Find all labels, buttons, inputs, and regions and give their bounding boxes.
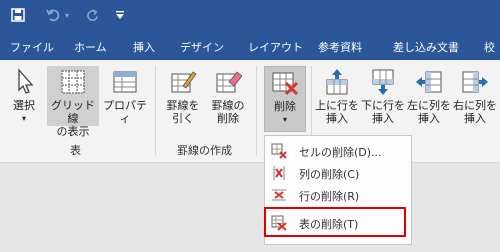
eraser-label-2: 削除 [217,112,239,125]
tab-mailings[interactable]: 差し込み文書 [393,39,459,55]
menu-item-delete-rows[interactable]: 行の削除(R) [265,184,411,206]
cursor-arrow-icon [18,68,34,94]
draw-table-button[interactable]: 罫線を 引く [162,68,204,125]
delete-rows-icon [272,189,286,201]
insert-left-label-1: 左に列を [407,99,451,112]
ribbon-tabs: ファイル ホーム 挿入 デザイン レイアウト 参考資料 差し込み文書 校 [0,30,500,60]
insert-row-below-button[interactable]: 下に行を 挿入 [360,68,406,125]
menu-item-delete-columns[interactable]: 列の削除(C) [265,162,411,184]
pencil-table-icon [171,71,197,93]
draw-table-label-1: 罫線を [166,99,200,112]
menu-item-label: セルの削除(D)... [299,146,382,159]
group-divider [256,66,257,156]
delete-button[interactable]: 削除 ▾ [264,66,306,132]
eraser-label-1: 罫線の [211,99,245,112]
delete-columns-icon [273,166,285,180]
insert-right-label-2: 挿入 [464,112,486,125]
insert-above-label-1: 上に行を [315,99,359,112]
group-label-table: 表 [70,144,81,157]
properties-button[interactable]: プロパティ [100,68,150,125]
delete-dropdown-arrow: ▾ [282,115,287,124]
delete-table-icon [272,72,299,96]
insert-left-icon [416,71,442,93]
select-dropdown-arrow: ▾ [21,114,26,123]
insert-column-right-button[interactable]: 右に列を 挿入 [452,68,498,125]
delete-label: 削除 [274,100,296,113]
insert-below-label-2: 挿入 [372,112,394,125]
save-icon[interactable] [8,5,28,25]
select-button[interactable]: 選択 ▾ [6,68,42,125]
tab-layout[interactable]: レイアウト [248,39,303,55]
tab-file[interactable]: ファイル [10,39,54,55]
insert-above-label-2: 挿入 [326,112,348,125]
redo-icon[interactable] [84,5,100,25]
insert-below-icon [372,69,394,95]
insert-left-label-2: 挿入 [418,112,440,125]
tab-references[interactable]: 参考資料 [318,39,362,55]
insert-below-label-1: 下に行を [361,99,405,112]
eraser-icon [216,71,242,93]
highlight-box [264,207,406,237]
tab-design[interactable]: デザイン [180,39,224,55]
tab-insert[interactable]: 挿入 [133,39,155,55]
insert-right-label-1: 右に列を [453,99,497,112]
ribbon-panel: 選択 ▾ グリッド線 の表示 プロパティ 表 罫線を 引く 罫線の 削除 罫線の… [0,60,500,163]
properties-label: プロパティ [103,99,147,125]
delete-cells-icon [271,143,287,159]
group-label-draw-borders: 罫線の作成 [177,144,232,157]
gridlines-label-1: グリッド線 [51,99,95,125]
tab-review[interactable]: 校 [484,39,495,55]
gridlines-label-2: の表示 [56,125,90,138]
select-label: 選択 [13,99,35,112]
table-properties-icon [113,71,137,93]
insert-right-icon [462,71,488,93]
insert-above-icon [326,69,348,95]
menu-item-label: 行の削除(R) [299,190,360,203]
menu-item-label: 列の削除(C) [299,168,360,181]
group-divider [155,66,156,156]
draw-table-label-2: 引く [172,112,194,125]
undo-icon[interactable] [44,5,62,25]
insert-row-above-button[interactable]: 上に行を 挿入 [314,68,360,125]
customize-qat-icon[interactable] [112,5,128,25]
insert-column-left-button[interactable]: 左に列を 挿入 [406,68,452,125]
tab-home[interactable]: ホーム [74,39,107,55]
view-gridlines-button[interactable]: グリッド線 の表示 [47,66,99,138]
gridlines-icon [61,70,85,94]
quick-access-toolbar: ▾ [0,0,500,30]
eraser-button[interactable]: 罫線の 削除 [206,68,250,125]
undo-dropdown-icon[interactable]: ▾ [62,5,72,25]
menu-item-delete-cells[interactable]: セルの削除(D)... [265,140,411,162]
